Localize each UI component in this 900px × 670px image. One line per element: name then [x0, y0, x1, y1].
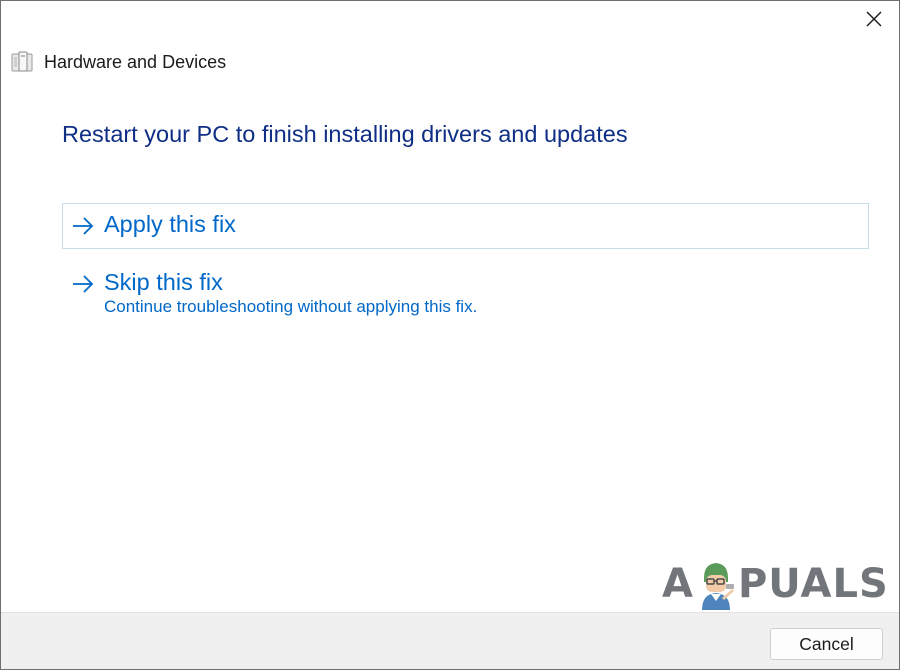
- troubleshooter-window: Hardware and Devices Restart your PC to …: [0, 0, 900, 670]
- hardware-devices-icon: [11, 51, 33, 72]
- apply-fix-label: Apply this fix: [104, 211, 236, 237]
- close-button[interactable]: [859, 6, 889, 32]
- close-icon: [866, 11, 882, 27]
- appuals-mascot-icon: [701, 563, 734, 610]
- apply-fix-option[interactable]: Apply this fix: [62, 203, 869, 249]
- skip-fix-label: Skip this fix: [104, 269, 223, 295]
- arrow-right-icon: [73, 217, 94, 235]
- window-title: Hardware and Devices: [44, 51, 227, 72]
- dialog-footer: Cancel: [1, 612, 899, 669]
- page-heading: Restart your PC to finish installing dri…: [62, 121, 628, 147]
- skip-fix-option[interactable]: Skip this fix Continue troubleshooting w…: [62, 261, 869, 323]
- cancel-button[interactable]: Cancel: [770, 628, 883, 660]
- skip-fix-description: Continue troubleshooting without applyin…: [104, 297, 478, 316]
- watermark-text-end: PUALS: [737, 561, 889, 607]
- appuals-watermark: A PUALS: [662, 557, 889, 611]
- watermark-text-start: A: [662, 561, 694, 607]
- window-title-bar: Hardware and Devices: [11, 50, 226, 74]
- arrow-right-icon: [73, 275, 94, 293]
